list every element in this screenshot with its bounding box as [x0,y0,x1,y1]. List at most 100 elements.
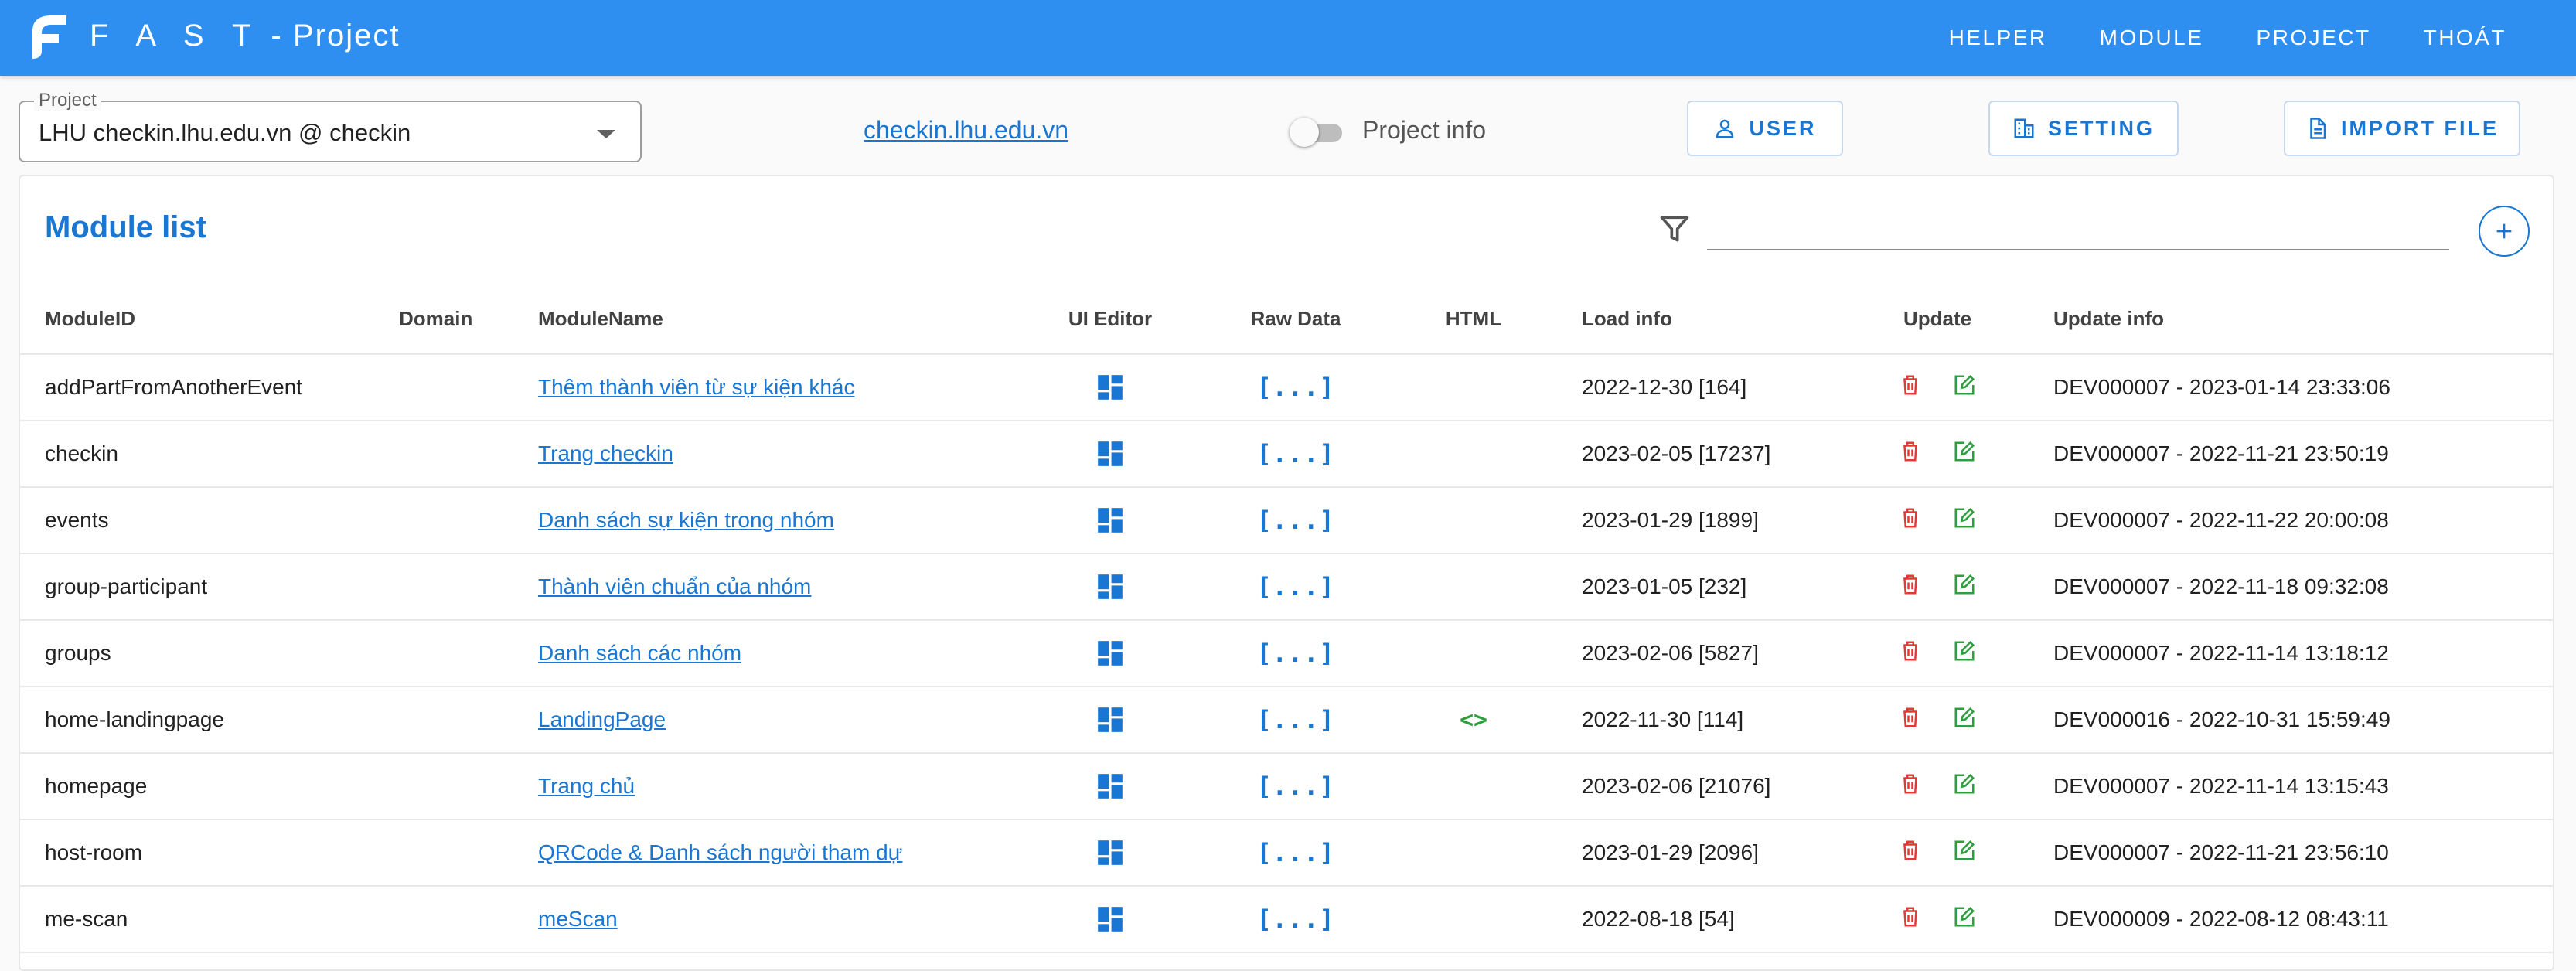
raw-data-icon[interactable]: [...] [1256,506,1334,535]
brand-name: F A S T [90,19,261,53]
project-select[interactable]: Project LHU checkin.lhu.edu.vn @ checkin [19,90,642,162]
edit-icon[interactable] [1953,440,1976,463]
dropdown-arrow-icon[interactable] [597,130,615,138]
raw-data-icon[interactable]: [...] [1256,639,1334,668]
edit-icon[interactable] [1953,772,1976,796]
dashboard-icon[interactable] [1095,838,1125,867]
app-bar: F A S T - Project HELPER MODULE PROJECT … [0,0,2576,76]
load-info: 2023-01-29 [2096] [1551,819,1845,887]
nav-module[interactable]: MODULE [2073,0,2230,76]
delete-icon[interactable] [1899,639,1922,663]
delete-icon[interactable] [1899,839,1922,862]
module-domain [399,554,538,621]
brand-title[interactable]: F A S T - Project [90,19,400,53]
html-code-icon[interactable]: <> [1460,707,1487,734]
load-info: 2023-01-29 [1899] [1551,487,1845,554]
raw-data-icon[interactable]: [...] [1256,772,1334,801]
module-domain [399,620,538,687]
load-info: 2023-02-05 [17237] [1551,421,1845,488]
module-name-link[interactable]: Danh sách sự kiện trong nhóm [538,508,834,532]
module-id: events [20,487,399,554]
nav-helper[interactable]: HELPER [1923,0,2073,76]
col-modulename[interactable]: ModuleName [538,284,1025,355]
update-info: DEV000007 - 2022-11-22 20:00:08 [2030,487,2553,554]
dashboard-icon[interactable] [1095,772,1125,801]
module-id: homepage [20,753,399,820]
module-name-link[interactable]: Trang chủ [538,774,635,798]
module-name-link[interactable]: Danh sách các nhóm [538,641,741,665]
edit-icon[interactable] [1953,905,1976,928]
setting-button-label: SETTING [2047,116,2155,140]
update-info: DEV000007 - 2023-01-14 23:33:06 [2030,354,2553,421]
filter-input[interactable] [1707,204,2449,250]
edit-icon[interactable] [1953,839,1976,862]
col-moduleid[interactable]: ModuleID [20,284,399,355]
edit-icon[interactable] [1953,506,1976,530]
edit-icon[interactable] [1953,706,1976,729]
dashboard-icon[interactable] [1095,905,1125,934]
update-info: DEV000007 - 2022-11-21 23:56:10 [2030,819,2553,887]
raw-data-icon[interactable]: [...] [1256,439,1334,468]
module-id: addPartFromAnotherEvent [20,354,399,421]
delete-icon[interactable] [1899,573,1922,596]
load-info: 2023-02-06 [21076] [1551,753,1845,820]
dashboard-icon[interactable] [1095,705,1125,734]
module-domain [399,687,538,754]
user-button[interactable]: USER [1687,101,1843,156]
table-row: host-room QRCode & Danh sách người tham … [20,819,2553,887]
raw-data-icon[interactable]: [...] [1256,373,1334,402]
module-name-link[interactable]: Trang checkin [538,441,673,465]
plus-icon [2496,223,2512,239]
project-domain-link[interactable]: checkin.lhu.edu.vn [864,116,1068,145]
delete-icon[interactable] [1899,506,1922,530]
module-name-link[interactable]: meScan [538,907,618,931]
table-row: checkin Trang checkin [...] 2023-02-05 [… [20,421,2553,488]
project-info-toggle[interactable] [1290,116,1345,147]
module-name-link[interactable]: Thêm thành viên từ sự kiện khác [538,375,854,399]
dashboard-icon[interactable] [1095,572,1125,601]
dashboard-icon[interactable] [1095,439,1125,468]
dashboard-icon[interactable] [1095,373,1125,402]
add-module-button[interactable] [2479,206,2530,257]
module-name-link[interactable]: LandingPage [538,707,666,731]
load-info: 2022-11-30 [114] [1551,687,1845,754]
raw-data-icon[interactable]: [...] [1256,838,1334,867]
delete-icon[interactable] [1899,772,1922,796]
raw-data-icon[interactable]: [...] [1256,905,1334,934]
col-update-info[interactable]: Update info [2030,284,2553,355]
update-info: DEV000009 - 2022-08-12 08:43:11 [2030,886,2553,953]
delete-icon[interactable] [1899,440,1922,463]
dashboard-icon[interactable] [1095,639,1125,668]
module-domain [399,421,538,488]
nav-logout[interactable]: THOÁT [2397,0,2533,76]
edit-icon[interactable] [1953,373,1976,397]
file-icon [2310,118,2326,139]
table-header-row: ModuleID Domain ModuleName UI Editor Raw… [20,284,2553,355]
dashboard-icon[interactable] [1095,506,1125,535]
setting-button[interactable]: SETTING [1988,101,2179,156]
delete-icon[interactable] [1899,706,1922,729]
raw-data-icon[interactable]: [...] [1256,705,1334,734]
edit-icon[interactable] [1953,573,1976,596]
import-file-button[interactable]: IMPORT FILE [2284,101,2520,156]
update-info: DEV000016 - 2022-10-31 15:59:49 [2030,687,2553,754]
col-load-info[interactable]: Load info [1551,284,1845,355]
delete-icon[interactable] [1899,905,1922,928]
table-row: groups Danh sách các nhóm [...] 2023-02-… [20,620,2553,687]
user-button-label: USER [1749,116,1817,140]
module-name-link[interactable]: QRCode & Danh sách người tham dự [538,840,902,864]
table-row: group-participant Thành viên chuẩn của n… [20,554,2553,621]
import-file-button-label: IMPORT FILE [2341,116,2499,140]
nav-project[interactable]: PROJECT [2230,0,2397,76]
raw-data-icon[interactable]: [...] [1256,572,1334,601]
module-domain [399,886,538,953]
delete-icon[interactable] [1899,373,1922,397]
col-update: Update [1845,284,2030,355]
col-domain[interactable]: Domain [399,284,538,355]
module-list-title: Module list [45,210,206,244]
fast-logo-icon [32,15,66,59]
edit-icon[interactable] [1953,639,1976,663]
load-info: 2023-01-05 [232] [1551,554,1845,621]
module-domain [399,487,538,554]
module-name-link[interactable]: Thành viên chuẩn của nhóm [538,574,811,598]
